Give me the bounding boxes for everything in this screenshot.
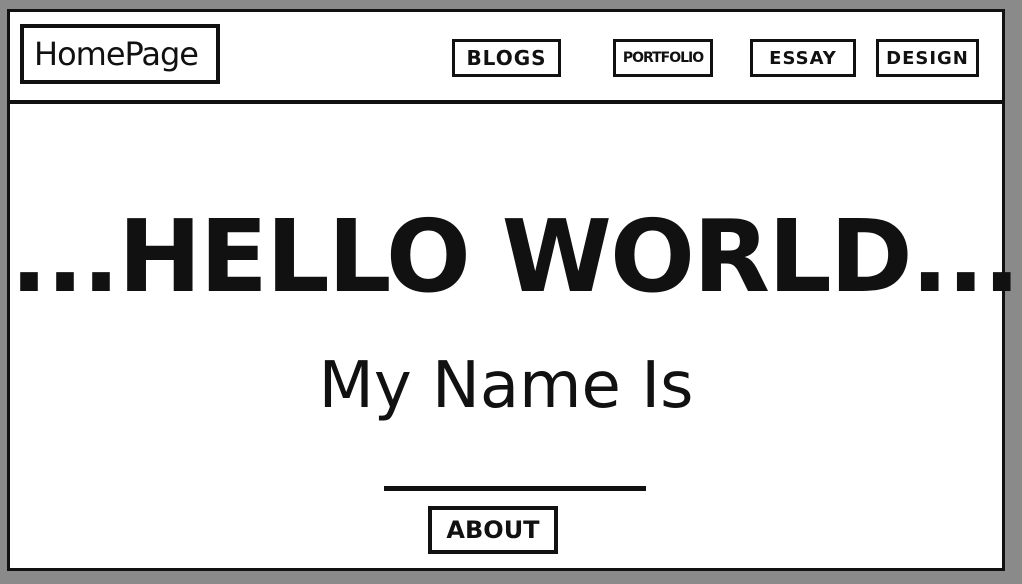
nav-portfolio-button[interactable]: PORTFOLIO	[613, 39, 713, 77]
header-bar: HomePage BLOGS PORTFOLIO ESSAY DESIGN	[10, 12, 1002, 104]
nav-essay-button[interactable]: ESSAY	[750, 39, 856, 77]
nav-blogs-button[interactable]: BLOGS	[452, 39, 561, 77]
hero-headline: ...HELLO WORLD...	[10, 198, 1021, 315]
name-underline	[384, 486, 646, 491]
homepage-logo[interactable]: HomePage	[20, 24, 220, 84]
wireframe-page: HomePage BLOGS PORTFOLIO ESSAY DESIGN ..…	[7, 9, 1021, 571]
hero-subtitle: My Name Is	[318, 349, 694, 423]
nav-design-button[interactable]: DESIGN	[876, 39, 979, 77]
about-button[interactable]: ABOUT	[428, 506, 558, 554]
